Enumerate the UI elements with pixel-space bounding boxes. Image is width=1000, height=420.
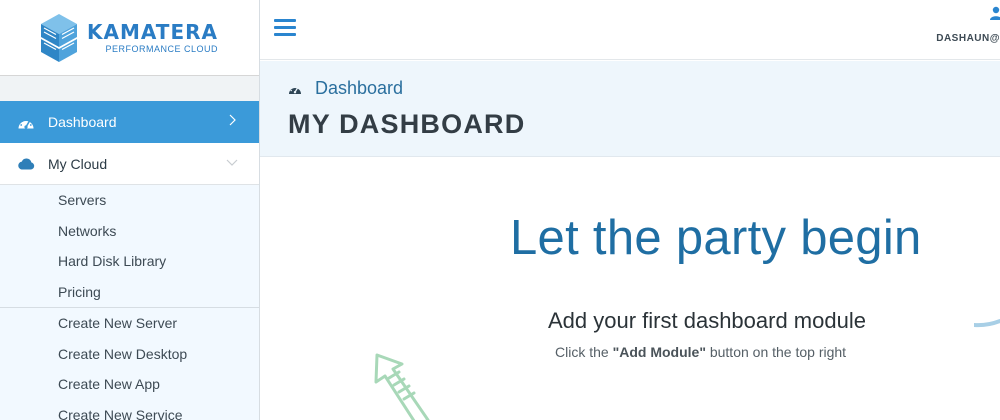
sidebar-link-create-new-server[interactable]: Create New Server bbox=[0, 308, 259, 339]
breadcrumb[interactable]: Dashboard bbox=[288, 78, 403, 99]
cloud-icon bbox=[16, 155, 36, 173]
sidebar-link-networks[interactable]: Networks bbox=[0, 216, 259, 247]
kamatera-logo-icon bbox=[41, 13, 77, 62]
create-submenu: Create New Server Create New Desktop Cre… bbox=[0, 308, 259, 420]
hamburger-icon[interactable] bbox=[274, 19, 296, 37]
top-bar: DASHAUN@ bbox=[260, 0, 1000, 60]
sidebar-link-create-new-app[interactable]: Create New App bbox=[0, 369, 259, 400]
hint-button-name: "Add Module" bbox=[612, 344, 706, 360]
cloud-submenu: Servers Networks Hard Disk Library Prici… bbox=[0, 185, 259, 308]
chevron-right-icon bbox=[229, 114, 236, 126]
hint-suffix: button on the top right bbox=[705, 344, 847, 360]
sidebar-spacer bbox=[0, 76, 259, 101]
gauge-icon bbox=[289, 85, 301, 94]
sidebar-link-create-new-service[interactable]: Create New Service bbox=[0, 400, 259, 420]
brand-text: KAMATERA PERFORMANCE CLOUD bbox=[87, 21, 218, 54]
sidebar-link-create-new-desktop[interactable]: Create New Desktop bbox=[0, 339, 259, 370]
brand-logo[interactable]: KAMATERA PERFORMANCE CLOUD bbox=[0, 0, 259, 76]
sidebar-item-my-cloud[interactable]: My Cloud bbox=[0, 143, 259, 185]
sidebar-link-pricing[interactable]: Pricing bbox=[0, 277, 259, 308]
dashboard-empty-state: Let the party begin Add your first dashb… bbox=[260, 158, 1000, 420]
sidebar-item-label: Dashboard bbox=[48, 114, 117, 130]
chevron-down-icon bbox=[226, 159, 238, 166]
empty-state-hint: Click the "Add Module" button on the top… bbox=[555, 344, 846, 360]
sidebar-link-servers[interactable]: Servers bbox=[0, 185, 259, 216]
sidebar: KAMATERA PERFORMANCE CLOUD Dashboard My … bbox=[0, 0, 260, 420]
app-window: KAMATERA PERFORMANCE CLOUD Dashboard My … bbox=[0, 0, 1000, 420]
user-menu[interactable]: DASHAUN@ bbox=[930, 6, 1000, 46]
hero-heading: Let the party begin bbox=[510, 211, 922, 265]
user-name: DASHAUN@ bbox=[936, 33, 1000, 44]
sidebar-item-dashboard[interactable]: Dashboard bbox=[0, 101, 259, 143]
arrow-decoration-icon bbox=[374, 353, 430, 420]
sidebar-link-hard-disk-library[interactable]: Hard Disk Library bbox=[0, 246, 259, 277]
brand-tagline: PERFORMANCE CLOUD bbox=[105, 44, 218, 54]
page-title: MY DASHBOARD bbox=[288, 109, 526, 139]
sidebar-item-label: My Cloud bbox=[48, 155, 108, 172]
user-icon bbox=[990, 6, 1000, 20]
gauge-icon bbox=[16, 113, 36, 131]
breadcrumb-label: Dashboard bbox=[315, 78, 404, 98]
page-header: Dashboard MY DASHBOARD bbox=[260, 61, 1000, 157]
brand-name: KAMATERA bbox=[87, 20, 218, 44]
empty-state-subtitle: Add your first dashboard module bbox=[548, 308, 866, 333]
hint-prefix: Click the bbox=[555, 344, 613, 360]
curve-decoration-icon bbox=[974, 319, 1000, 328]
